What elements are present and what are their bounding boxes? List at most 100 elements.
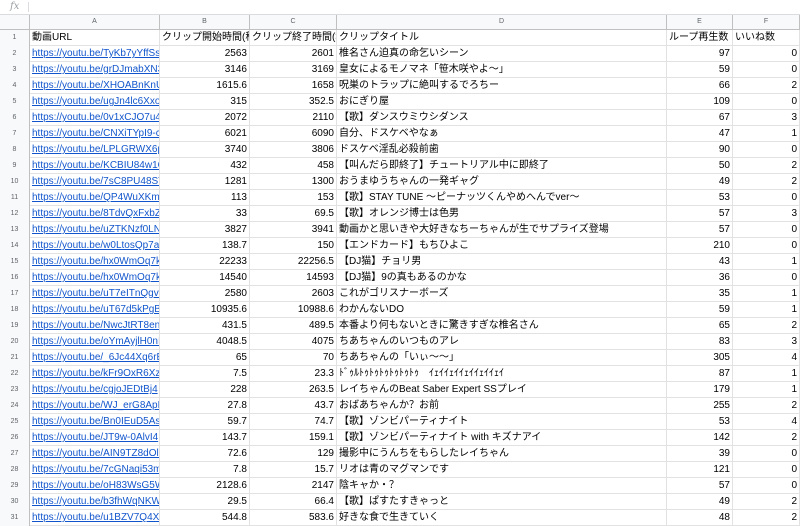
- url-cell[interactable]: https://youtu.be/7sC8PU48ST8: [30, 174, 160, 190]
- cell[interactable]: 【歌】ダンスウミウシダンス: [337, 110, 667, 126]
- url-cell[interactable]: https://youtu.be/KCBIU84w1Q0: [30, 158, 160, 174]
- cell[interactable]: 10935.6: [160, 302, 250, 318]
- cell[interactable]: 1: [733, 286, 800, 302]
- cell[interactable]: 【叫んだら即終了】チュートリアル中に即終了: [337, 158, 667, 174]
- row-number[interactable]: 14: [0, 238, 30, 254]
- row-number[interactable]: 31: [0, 510, 30, 526]
- cell[interactable]: 153: [250, 190, 337, 206]
- cell[interactable]: 0: [733, 62, 800, 78]
- cell[interactable]: 48: [667, 510, 733, 526]
- cell[interactable]: 109: [667, 94, 733, 110]
- cell[interactable]: 43: [667, 254, 733, 270]
- cell[interactable]: 0: [733, 478, 800, 494]
- cell[interactable]: 142: [667, 430, 733, 446]
- column-header-b[interactable]: B: [160, 15, 250, 29]
- cell[interactable]: 43.7: [250, 398, 337, 414]
- cell[interactable]: 97: [667, 46, 733, 62]
- cell[interactable]: 14593: [250, 270, 337, 286]
- cell[interactable]: 3169: [250, 62, 337, 78]
- row-number[interactable]: 20: [0, 334, 30, 350]
- cell[interactable]: 432: [160, 158, 250, 174]
- column-header-d[interactable]: D: [337, 15, 667, 29]
- cell[interactable]: 121: [667, 462, 733, 478]
- cell[interactable]: 36: [667, 270, 733, 286]
- cell[interactable]: 2563: [160, 46, 250, 62]
- cell[interactable]: 3: [733, 110, 800, 126]
- cell[interactable]: 0: [733, 142, 800, 158]
- cell[interactable]: 57: [667, 478, 733, 494]
- cell[interactable]: 6021: [160, 126, 250, 142]
- cell[interactable]: 0: [733, 190, 800, 206]
- cell[interactable]: 動画かと思いきや大好きなちーちゃんが生でサプライズ登場: [337, 222, 667, 238]
- cell[interactable]: 113: [160, 190, 250, 206]
- cell[interactable]: 3146: [160, 62, 250, 78]
- url-cell[interactable]: https://youtu.be/WJ_erG8ApRw: [30, 398, 160, 414]
- cell[interactable]: 0: [733, 270, 800, 286]
- cell[interactable]: 33: [160, 206, 250, 222]
- cell[interactable]: 74.7: [250, 414, 337, 430]
- formula-input[interactable]: [32, 0, 792, 14]
- url-cell[interactable]: https://youtu.be/QP4WuXKmUNA: [30, 190, 160, 206]
- cell[interactable]: 呪巣のトラップに絶叫するでろちー: [337, 78, 667, 94]
- row-number[interactable]: 8: [0, 142, 30, 158]
- cell[interactable]: 本番より何もないときに驚きすぎな椎名さん: [337, 318, 667, 334]
- url-cell[interactable]: https://youtu.be/ugJn4lc6Xxo: [30, 94, 160, 110]
- cell[interactable]: 1: [733, 366, 800, 382]
- cell[interactable]: 2147: [250, 478, 337, 494]
- cell[interactable]: 458: [250, 158, 337, 174]
- cell[interactable]: 72.6: [160, 446, 250, 462]
- cell[interactable]: 50: [667, 158, 733, 174]
- cell[interactable]: 2128.6: [160, 478, 250, 494]
- column-header-f[interactable]: F: [733, 15, 800, 29]
- header-cell[interactable]: クリップ終了時間(秒): [250, 30, 337, 46]
- cell[interactable]: おにぎり屋: [337, 94, 667, 110]
- column-header-e[interactable]: E: [667, 15, 733, 29]
- cell[interactable]: ちあちゃんの「いぃ〜〜」: [337, 350, 667, 366]
- cell[interactable]: 3: [733, 206, 800, 222]
- cell[interactable]: 69.5: [250, 206, 337, 222]
- cell[interactable]: 143.7: [160, 430, 250, 446]
- cell[interactable]: 0: [733, 462, 800, 478]
- cell[interactable]: 59: [667, 62, 733, 78]
- cell[interactable]: 352.5: [250, 94, 337, 110]
- header-cell[interactable]: いいね数: [733, 30, 800, 46]
- url-cell[interactable]: https://youtu.be/JT9w-0AlvI4: [30, 430, 160, 446]
- row-number[interactable]: 13: [0, 222, 30, 238]
- cell[interactable]: おうまゆうちゃんの一発ギャグ: [337, 174, 667, 190]
- row-number[interactable]: 21: [0, 350, 30, 366]
- cell[interactable]: 0: [733, 446, 800, 462]
- url-cell[interactable]: https://youtu.be/oYmAyjlH0nI: [30, 334, 160, 350]
- row-number[interactable]: 22: [0, 366, 30, 382]
- cell[interactable]: 53: [667, 414, 733, 430]
- cell[interactable]: 好きな食で生きていく: [337, 510, 667, 526]
- row-number[interactable]: 30: [0, 494, 30, 510]
- cell[interactable]: 1615.6: [160, 78, 250, 94]
- cell[interactable]: 3806: [250, 142, 337, 158]
- cell[interactable]: 4048.5: [160, 334, 250, 350]
- cell[interactable]: 489.5: [250, 318, 337, 334]
- url-cell[interactable]: https://youtu.be/uZTKNzf0LNc: [30, 222, 160, 238]
- cell[interactable]: 315: [160, 94, 250, 110]
- cell[interactable]: 27.8: [160, 398, 250, 414]
- row-number[interactable]: 27: [0, 446, 30, 462]
- cell[interactable]: 583.6: [250, 510, 337, 526]
- header-cell[interactable]: クリップ開始時間(秒): [160, 30, 250, 46]
- cell[interactable]: 2: [733, 174, 800, 190]
- row-number[interactable]: 24: [0, 398, 30, 414]
- cell[interactable]: 3941: [250, 222, 337, 238]
- cell[interactable]: 228: [160, 382, 250, 398]
- url-cell[interactable]: https://youtu.be/oH83WsG5WCE: [30, 478, 160, 494]
- url-cell[interactable]: https://youtu.be/hx0WmOq7kUc: [30, 254, 160, 270]
- cell[interactable]: わかんないDO: [337, 302, 667, 318]
- cell[interactable]: 210: [667, 238, 733, 254]
- cell[interactable]: 2: [733, 318, 800, 334]
- cell[interactable]: 15.7: [250, 462, 337, 478]
- url-cell[interactable]: https://youtu.be/cgjoJEDtBj4: [30, 382, 160, 398]
- cell[interactable]: 1300: [250, 174, 337, 190]
- cell[interactable]: 4: [733, 414, 800, 430]
- cell[interactable]: 【歌】オレンジ博士は色男: [337, 206, 667, 222]
- cell[interactable]: 1: [733, 302, 800, 318]
- cell[interactable]: 29.5: [160, 494, 250, 510]
- cell[interactable]: 39: [667, 446, 733, 462]
- url-cell[interactable]: https://youtu.be/uT7eITnQgvY: [30, 286, 160, 302]
